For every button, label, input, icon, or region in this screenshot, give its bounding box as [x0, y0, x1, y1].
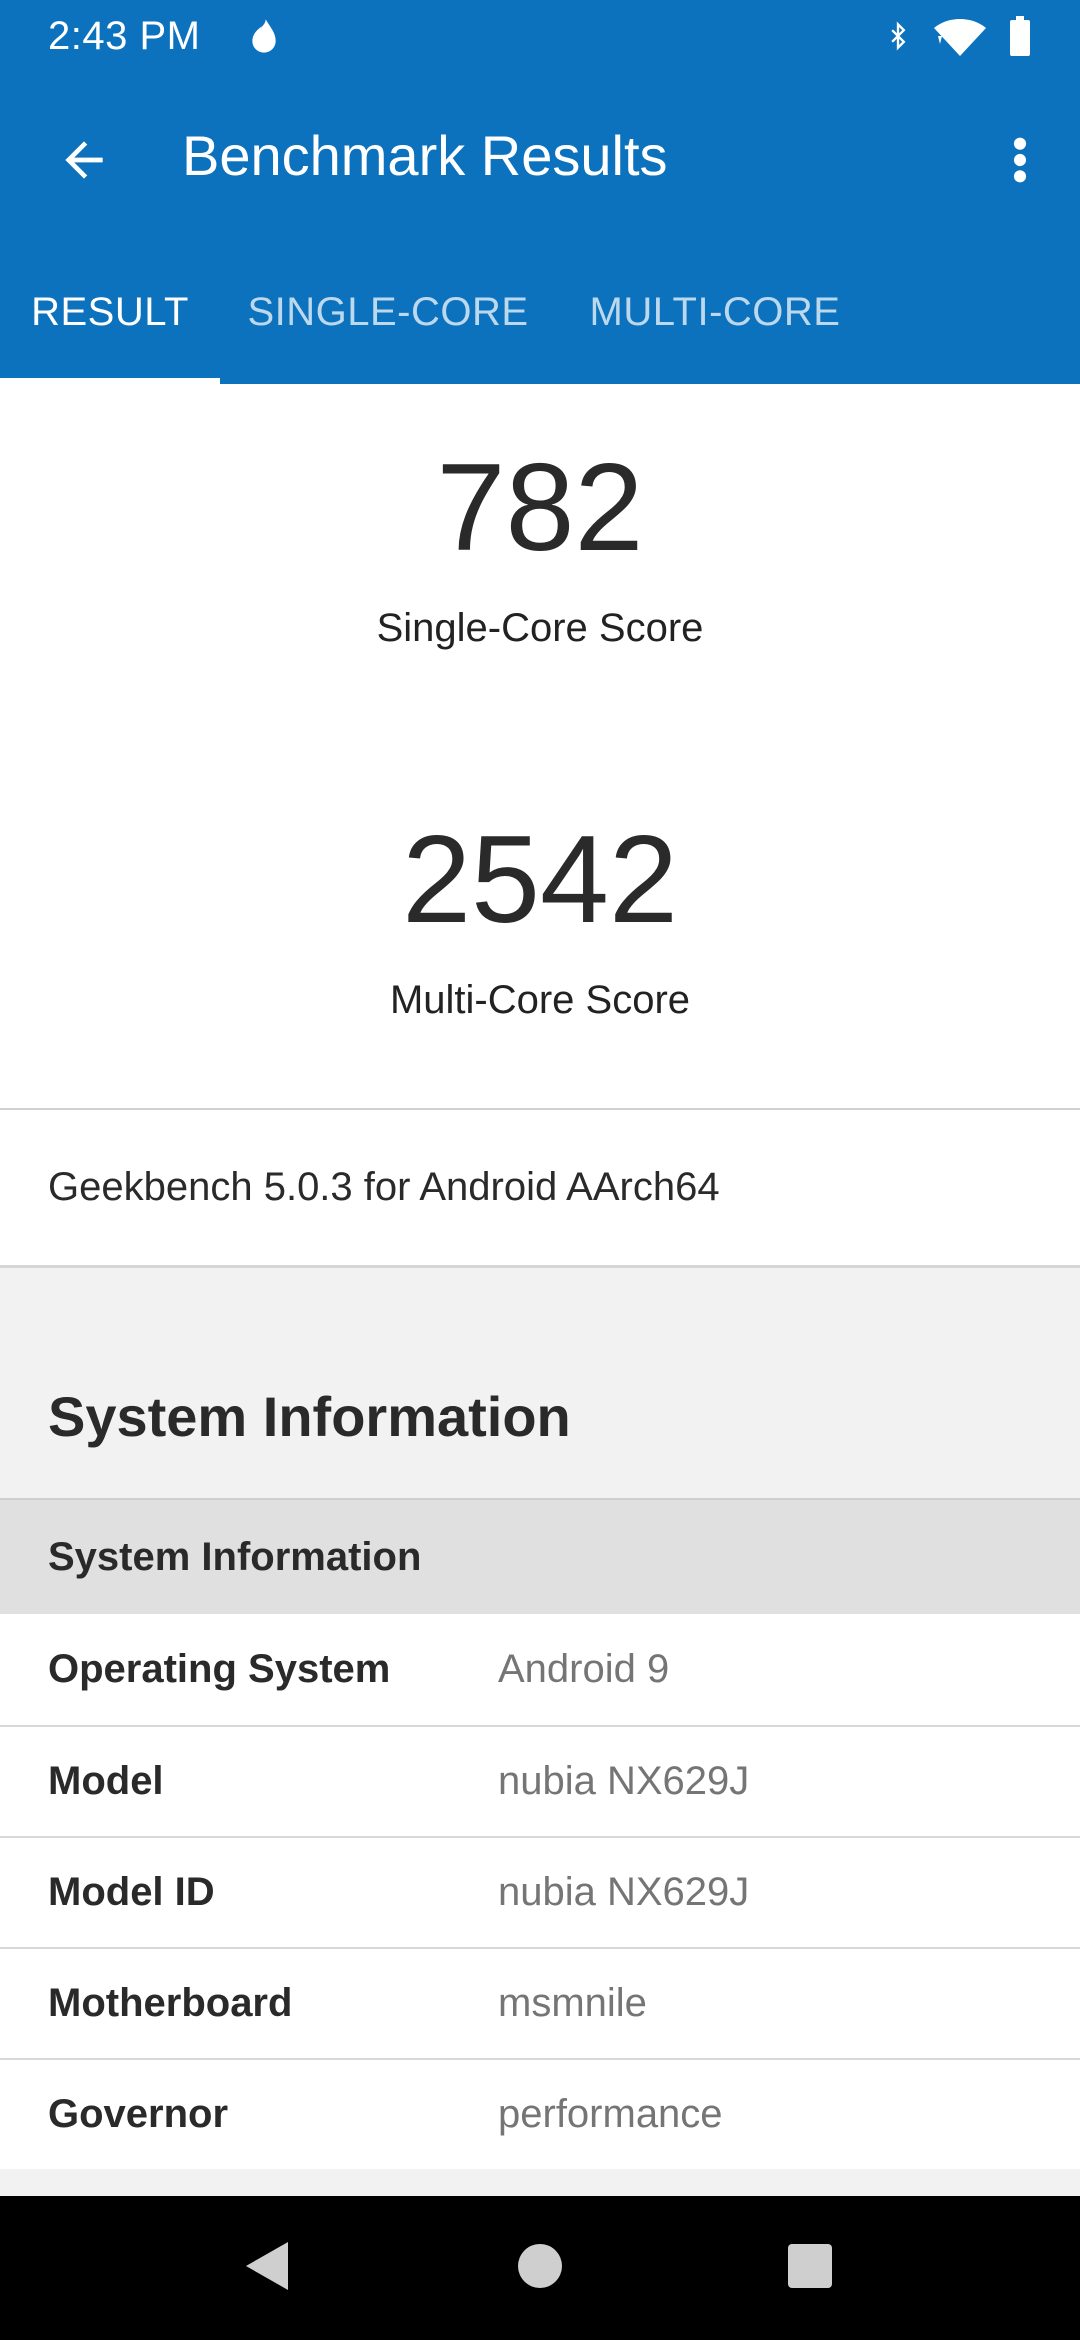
tab-single-core[interactable]: SINGLE-CORE: [220, 240, 556, 384]
fire-icon: [244, 16, 284, 56]
navigation-bar: [0, 2196, 1080, 2340]
table-row: Governor performance: [0, 2058, 1080, 2169]
more-options-button[interactable]: [984, 114, 1056, 210]
table-header: System Information: [0, 1500, 1080, 1614]
row-key: Motherboard: [48, 1981, 293, 2025]
nav-back-icon: [244, 2240, 292, 2297]
arrow-back-icon: [56, 132, 112, 193]
row-key: Model ID: [48, 1870, 215, 1914]
row-value: nubia NX629J: [498, 1870, 750, 1914]
status-icons: [884, 16, 1032, 56]
nav-back-button[interactable]: [232, 2232, 304, 2304]
table-row: Motherboard msmnile: [0, 1947, 1080, 2058]
single-core-score-value: 782: [436, 439, 644, 577]
more-vert-icon: [1012, 132, 1028, 193]
nav-home-button[interactable]: [504, 2232, 576, 2304]
bluetooth-icon: [884, 16, 912, 56]
row-value: performance: [498, 2092, 723, 2136]
tab-multi-core[interactable]: MULTI-CORE: [556, 240, 874, 384]
wifi-icon: [930, 16, 990, 56]
status-bar: 2:43 PM: [0, 0, 1080, 72]
nav-recents-button[interactable]: [774, 2232, 846, 2304]
version-text: Geekbench 5.0.3 for Android AArch64: [48, 1165, 720, 1209]
page-title: Benchmark Results: [182, 124, 668, 187]
row-value: nubia NX629J: [498, 1759, 750, 1803]
nav-recents-icon: [788, 2243, 832, 2293]
nav-home-icon: [518, 2243, 562, 2293]
back-button[interactable]: [36, 114, 132, 210]
row-value: Android 9: [498, 1647, 670, 1691]
table-row: Model ID nubia NX629J: [0, 1836, 1080, 1947]
row-key: Model: [48, 1759, 164, 1803]
row-key: Governor: [48, 2092, 229, 2136]
battery-icon: [1008, 16, 1032, 56]
tab-bar: RESULT SINGLE-CORE MULTI-CORE: [0, 240, 1080, 384]
multi-core-score-value: 2542: [402, 811, 678, 949]
table-row: Operating System Android 9: [0, 1614, 1080, 1725]
single-core-score-label: Single-Core Score: [376, 606, 704, 650]
multi-core-score-label: Multi-Core Score: [389, 978, 691, 1022]
row-value: msmnile: [498, 1981, 647, 2025]
version-row: Geekbench 5.0.3 for Android AArch64: [0, 1110, 1080, 1268]
status-time: 2:43 PM: [48, 13, 201, 58]
scores-section: 782 Single-Core Score 2542 Multi-Core Sc…: [0, 384, 1080, 1110]
app-bar: Benchmark Results: [0, 72, 1080, 240]
section-title: System Information: [48, 1385, 571, 1448]
table-row: Model nubia NX629J: [0, 1725, 1080, 1836]
tab-result[interactable]: RESULT: [0, 240, 220, 384]
system-info-table: System Information Operating System Andr…: [0, 1498, 1080, 2169]
row-key: Operating System: [48, 1647, 391, 1691]
